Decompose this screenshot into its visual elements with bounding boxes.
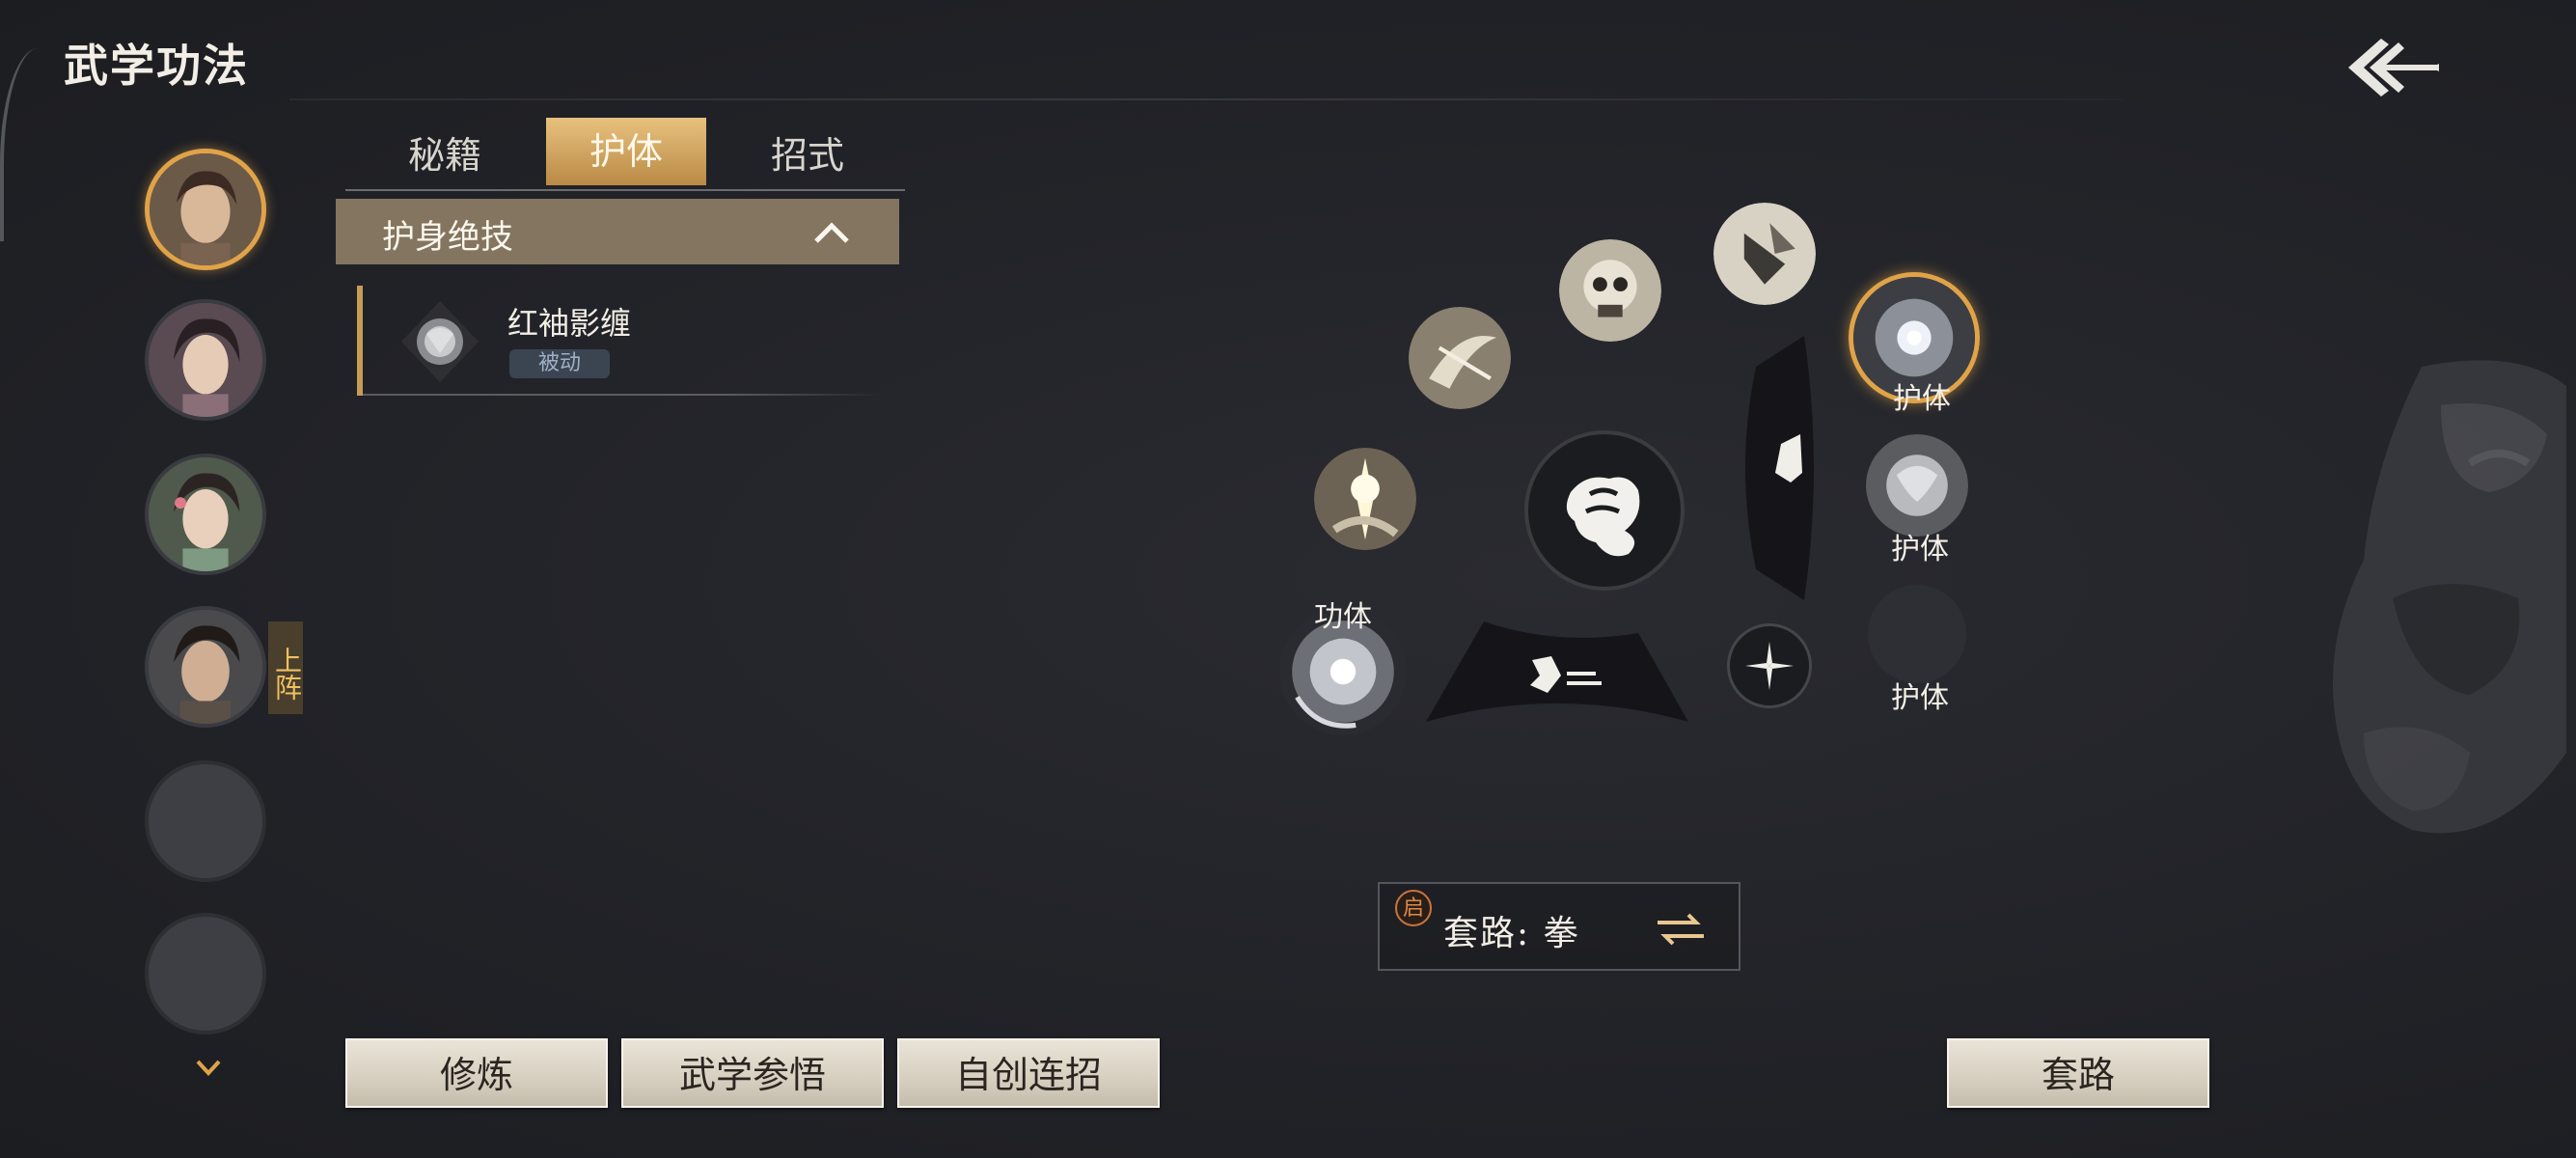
empty-avatar-slot[interactable] — [145, 760, 266, 882]
character-avatar-4[interactable] — [145, 606, 266, 728]
routine-active-badge: 启 — [1395, 890, 1432, 926]
routine-label: 套路: 拳 — [1443, 914, 1580, 953]
empty-huti-slot[interactable] — [1868, 585, 1966, 683]
skill-selected-accent — [357, 286, 363, 396]
huti-label-3: 护体 — [1891, 681, 1949, 715]
gongti-label: 功体 — [1314, 600, 1372, 634]
left-edge-arc — [0, 48, 42, 241]
tab-zhaoshi[interactable]: 招式 — [727, 118, 888, 185]
practice-button[interactable]: 修炼 — [345, 1038, 608, 1108]
crosshair-icon[interactable] — [1727, 623, 1812, 708]
tab-huti[interactable]: 护体 — [546, 118, 706, 185]
back-arrow-icon[interactable] — [2335, 19, 2451, 116]
create-combo-button[interactable]: 自创连招 — [897, 1038, 1160, 1108]
dash-stance-icon[interactable] — [1426, 618, 1688, 726]
empty-avatar-slot[interactable] — [145, 913, 266, 1034]
character-avatar-1[interactable] — [145, 149, 266, 270]
fist-style-icon[interactable] — [1524, 430, 1685, 591]
chevron-up-icon[interactable] — [812, 220, 851, 245]
skill-slot-orb[interactable] — [1314, 448, 1416, 550]
deployed-tag: 上阵 — [268, 621, 303, 714]
skill-slot-orb[interactable] — [1559, 239, 1661, 342]
category-label: 护身绝技 — [382, 218, 513, 257]
tab-miji[interactable]: 秘籍 — [365, 118, 525, 185]
skill-divider — [363, 394, 882, 396]
chevron-down-icon[interactable] — [195, 1058, 222, 1079]
martial-insight-button[interactable]: 武学参悟 — [621, 1038, 884, 1108]
swap-arrows-icon[interactable] — [1654, 911, 1708, 948]
character-avatar-3[interactable] — [145, 454, 266, 575]
huti-slot-2[interactable] — [1866, 434, 1968, 537]
skill-icon — [394, 295, 486, 388]
skill-slot-orb[interactable] — [1713, 203, 1816, 305]
character-avatar-2[interactable] — [145, 299, 266, 421]
routine-button[interactable]: 套路 — [1947, 1038, 2209, 1108]
tab-underline — [345, 189, 905, 191]
skill-passive-tag: 被动 — [509, 349, 610, 378]
header-divider — [289, 98, 2123, 100]
defense-stance-icon[interactable] — [1727, 328, 1823, 608]
skill-name: 红袖影缠 — [507, 305, 632, 342]
huti-label-2: 护体 — [1891, 533, 1949, 566]
gauntlet-decoration — [2306, 347, 2576, 849]
skill-slot-orb[interactable] — [1409, 307, 1511, 409]
huti-label-1: 护体 — [1893, 382, 1951, 416]
page-title: 武学功法 — [64, 40, 249, 92]
